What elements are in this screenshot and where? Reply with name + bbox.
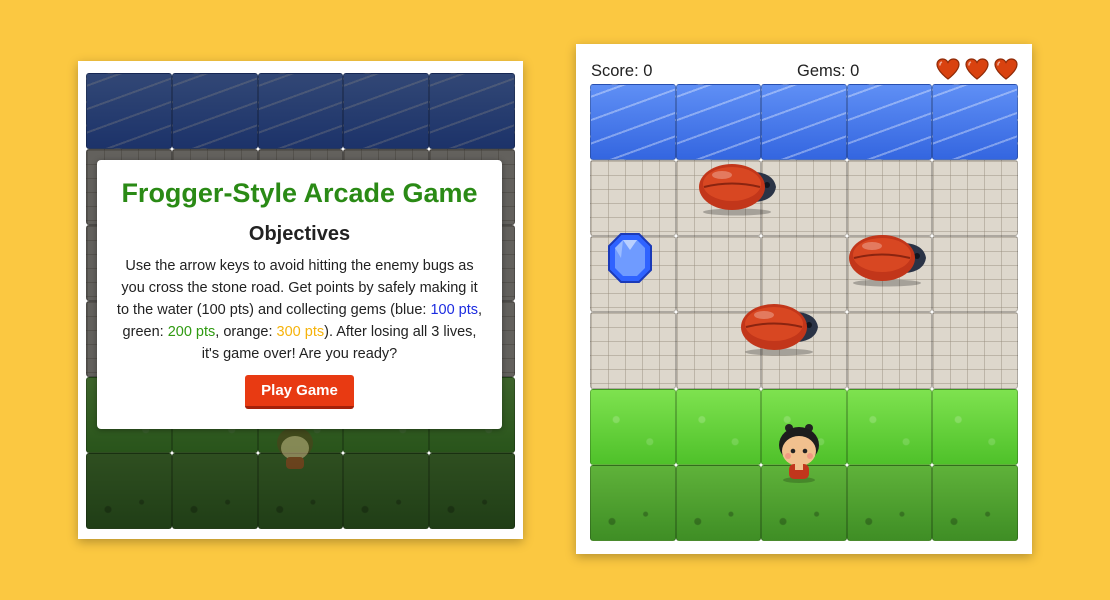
stone-tile <box>590 312 676 389</box>
enemy-bug-icon <box>694 158 780 216</box>
stone-tile <box>590 160 676 237</box>
objectives-text: Use the arrow keys to avoid hitting the … <box>116 255 483 365</box>
grass-dark-tile <box>932 464 1018 541</box>
water-tile <box>590 84 676 161</box>
water-tile <box>171 73 258 149</box>
water-tile <box>675 84 762 161</box>
grass-dark-tile <box>429 453 515 529</box>
water-tile <box>86 73 172 149</box>
grass-dark-tile <box>343 453 430 529</box>
grass-tile <box>675 388 762 465</box>
player-character-icon[interactable] <box>774 420 824 484</box>
stone-tile <box>932 236 1018 313</box>
objectives-dialog: Frogger-Style Arcade Game Objectives Use… <box>97 160 502 429</box>
objectives-text-part: , orange: <box>215 324 277 340</box>
stone-tile <box>932 160 1018 237</box>
grass-tile <box>846 388 933 465</box>
intro-screen: Frogger-Style Arcade Game Objectives Use… <box>78 61 523 539</box>
blue-gem-icon <box>607 232 653 284</box>
water-tile <box>343 73 430 149</box>
green-gem-points: 200 pts <box>167 324 216 340</box>
enemy-bug-icon <box>736 298 822 356</box>
grass-dark-tile <box>171 453 258 529</box>
stone-tile <box>846 160 933 237</box>
blue-gem-points: 100 pts <box>430 302 479 318</box>
water-tile <box>846 84 933 161</box>
lives-display <box>936 58 1018 80</box>
water-tile <box>429 73 515 149</box>
enemy-bug-icon <box>844 229 930 287</box>
game-screen: Score: 0 Gems: 0 <box>576 44 1032 554</box>
grass-dark-tile <box>675 464 762 541</box>
water-tile <box>932 84 1018 161</box>
orange-gem-points: 300 pts <box>276 324 325 340</box>
objectives-heading: Objectives <box>248 223 351 245</box>
game-title: Frogger-Style Arcade Game <box>121 178 478 208</box>
objectives-text-part: Use the arrow keys to avoid hitting the … <box>116 258 478 318</box>
water-tile <box>257 73 344 149</box>
grass-tile <box>932 388 1018 465</box>
heart-icon <box>994 58 1018 80</box>
stone-tile <box>846 312 933 389</box>
stone-tile <box>932 312 1018 389</box>
play-game-button[interactable]: Play Game <box>245 375 354 409</box>
score-display: Score: 0 <box>591 62 653 80</box>
grass-dark-tile <box>590 464 676 541</box>
heart-icon <box>936 58 960 80</box>
grass-dark-tile <box>86 453 172 529</box>
gems-display: Gems: 0 <box>797 62 860 80</box>
water-tile <box>761 84 847 161</box>
heart-icon <box>965 58 989 80</box>
grass-tile <box>590 388 676 465</box>
grass-dark-tile <box>846 464 933 541</box>
